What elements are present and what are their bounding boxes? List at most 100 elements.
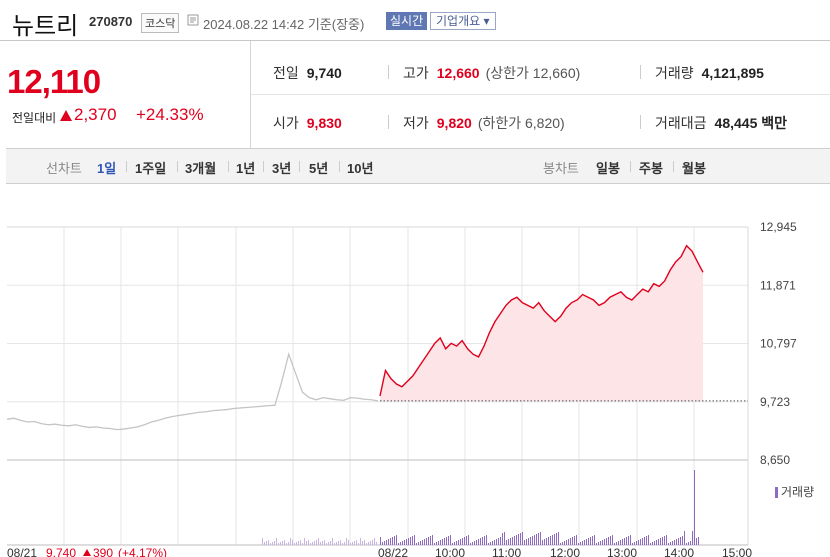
stock-code: 270870 (89, 14, 133, 29)
volume-bar (410, 537, 411, 545)
volume-bar (592, 536, 593, 545)
x-tick-label: 13:00 (607, 546, 637, 557)
price-panel: 12,110 전일대비 2,370 +24.33% 전일 9,740 고가 12,6… (0, 40, 830, 149)
volume-bar (304, 538, 305, 545)
volume-bar (698, 537, 699, 545)
volume-bar (546, 538, 547, 545)
volume-bar (428, 537, 429, 545)
tab-period-1d[interactable]: 1일 (97, 158, 116, 177)
today-series (379, 244, 748, 402)
tab-period-1w[interactable]: 1주일 (135, 158, 166, 177)
tab-candle-daily[interactable]: 일봉 (596, 158, 620, 177)
company-overview-button[interactable]: 기업개요 ▾ (430, 12, 496, 30)
volume-bar (634, 542, 635, 545)
volume-bar (486, 535, 487, 545)
volume-bar (550, 536, 551, 545)
volume-bar (480, 538, 481, 545)
stat-amount: 거래대금 48,445 백만 (655, 113, 787, 133)
volume-bar (296, 542, 297, 545)
volume-bar (442, 539, 443, 545)
tab-period-10y[interactable]: 10년 (347, 158, 373, 177)
volume-bar (396, 535, 397, 545)
volume-bar (294, 543, 295, 545)
tab-period-5y[interactable]: 5년 (309, 158, 328, 177)
divider (228, 161, 229, 172)
volume-bar (270, 543, 271, 545)
volume-bar (394, 536, 395, 545)
prev-change-label: 390 (93, 546, 113, 557)
volume-bar (342, 543, 343, 545)
volume-bar (614, 543, 615, 545)
volume-bar (594, 535, 595, 545)
stat-open: 시가 9,830 (273, 113, 342, 133)
clock-icon (187, 14, 199, 26)
volume-bar (360, 538, 361, 545)
volume-bar (542, 540, 543, 545)
volume-bar (652, 542, 653, 545)
volume-bar (690, 541, 691, 545)
volume-bar (352, 542, 353, 545)
volume-bar (274, 541, 275, 545)
volume-bar (682, 536, 683, 545)
divider (339, 161, 340, 172)
stat-value: 48,445 (714, 115, 758, 131)
volume-bar (418, 542, 419, 545)
volume-bar (540, 532, 541, 545)
volume-bar (316, 540, 317, 545)
volume-bar (676, 539, 677, 545)
volume-bar (530, 537, 531, 545)
volume-bar (686, 543, 687, 545)
y-tick-label: 8,650 (760, 453, 790, 467)
volume-bar (320, 542, 321, 545)
volume-bar (398, 543, 399, 545)
volume-bar (392, 537, 393, 545)
volume-bar (668, 543, 669, 545)
volume-bar (518, 534, 519, 545)
volume-bar (642, 538, 643, 545)
tab-period-3y[interactable]: 3년 (272, 158, 291, 177)
volume-bar (374, 538, 375, 545)
tab-candle-weekly[interactable]: 주봉 (639, 158, 663, 177)
volume-bar (556, 533, 557, 545)
tab-period-3m[interactable]: 3개월 (185, 158, 216, 177)
volume-bar (490, 542, 491, 545)
price-change-percent: +24.33% (136, 105, 204, 124)
change-label: 전일대비 (12, 111, 57, 125)
prev-day-line (6, 352, 379, 431)
y-tick-label: 12,945 (760, 220, 797, 234)
volume-bar (312, 542, 313, 545)
volume-bar (284, 540, 285, 545)
realtime-button[interactable]: 실시간 (386, 12, 428, 30)
volume-bar (688, 542, 689, 545)
volume-bar (618, 541, 619, 545)
x-tick-label: 11:00 (492, 546, 521, 557)
volume-bar (504, 532, 505, 545)
volume-bar (454, 542, 455, 545)
volume-bar (568, 539, 569, 545)
stat-label: 거래대금 (655, 115, 707, 131)
volume-bar (598, 542, 599, 545)
volume-bar (474, 541, 475, 545)
volume-bar (624, 538, 625, 545)
volume-bar (462, 538, 463, 545)
volume-bar (662, 537, 663, 545)
timestamp: 2024.08.22 14:42 기준(장중) (203, 17, 365, 32)
volume-bar (324, 540, 325, 545)
volume-bar (300, 540, 301, 545)
volume-bar (366, 543, 367, 545)
x-tick-label: 08/21 (7, 546, 37, 557)
volume-bar (538, 533, 539, 545)
volume-bar (408, 538, 409, 545)
volume-bar (552, 535, 553, 545)
volume-bar (606, 538, 607, 545)
volume-bar (590, 537, 591, 545)
volume-bar (266, 541, 267, 545)
volume-bar (596, 543, 597, 545)
tab-period-1y[interactable]: 1년 (236, 158, 255, 177)
stock-header: 뉴트리 270870 코스닥 2024.08.22 14:42 기준(장중) 실… (0, 0, 830, 40)
volume-bar (576, 535, 577, 545)
volume-bar (510, 538, 511, 545)
volume-bar (644, 537, 645, 545)
divider (640, 65, 641, 79)
tab-candle-monthly[interactable]: 월봉 (682, 158, 706, 177)
